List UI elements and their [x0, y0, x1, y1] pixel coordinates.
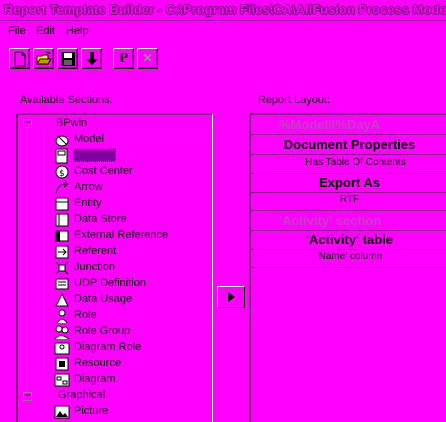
new-document-icon: [14, 51, 26, 67]
layout-row-header[interactable]: %ModelII%DayA: [251, 117, 446, 135]
diagram-role-icon: [54, 342, 70, 355]
available-sections-label: Available Sections:: [20, 94, 113, 106]
open-button[interactable]: [33, 48, 54, 69]
role-group-icon: [54, 325, 70, 340]
save-disk-icon: [61, 52, 75, 66]
graphical-expander[interactable]: −: [23, 392, 32, 401]
diagram-icon: [54, 373, 70, 387]
model-icon: [55, 135, 69, 147]
title-bar: Report Template Builder - C:\Program Fil…: [0, 0, 446, 21]
tree-root-label: BPwin: [56, 117, 88, 129]
resource-icon: [55, 357, 69, 371]
picture-icon: [54, 405, 70, 419]
download-button[interactable]: [81, 48, 102, 69]
svg-text:$: $: [59, 169, 65, 179]
cost-center-icon: $: [55, 165, 69, 179]
delete-button[interactable]: ✕: [137, 48, 158, 69]
referent-icon: [55, 245, 69, 259]
window-title: Report Template Builder - C:\Program Fil…: [4, 2, 446, 17]
bpwin-expander[interactable]: −: [23, 119, 32, 128]
role-icon: [56, 309, 68, 324]
save-button[interactable]: [57, 48, 78, 69]
layout-row-name-column[interactable]: 'Name' column: [251, 251, 446, 268]
menu-edit[interactable]: Edit: [36, 25, 55, 37]
available-sections-tree[interactable]: − BPwin Model $ Cost Center Arrow Entity…: [16, 113, 213, 422]
report-layout-label: Report Layout:: [258, 94, 331, 106]
layout-row-activity-table[interactable]: 'Activity' table: [251, 232, 446, 250]
entity-icon: [55, 197, 69, 211]
layout-row-rtf[interactable]: RTF: [251, 194, 446, 211]
layout-row-activity-section[interactable]: 'Activity' section: [251, 213, 446, 231]
delete-icon: ✕: [142, 51, 153, 65]
properties-button[interactable]: P: [113, 48, 134, 69]
udp-definition-icon: [55, 278, 69, 290]
download-arrow-icon: [86, 52, 98, 65]
data-store-icon: [55, 213, 69, 227]
diagram-page-icon: [55, 148, 68, 164]
report-layout-panel[interactable]: %ModelII%DayA Document Properties Has Ta…: [249, 113, 446, 422]
junction-icon: [55, 261, 69, 275]
arrow-icon: [55, 180, 69, 194]
open-folder-icon: [36, 51, 52, 65]
add-section-button[interactable]: [217, 286, 245, 308]
layout-row-toc[interactable]: Has Table Of Contents: [251, 157, 446, 174]
menu-file[interactable]: File: [8, 25, 26, 37]
toolbar: P ✕: [6, 48, 446, 72]
layout-row-export-as[interactable]: Export As: [251, 175, 446, 193]
menu-help[interactable]: Help: [66, 25, 89, 37]
properties-icon: P: [118, 51, 129, 65]
data-usage-icon: [55, 292, 69, 307]
right-triangle-icon: [228, 292, 235, 302]
layout-row-document-properties[interactable]: Document Properties: [251, 137, 446, 155]
menu-bar: File Edit Help: [0, 23, 446, 41]
external-reference-icon: [55, 230, 69, 242]
new-button[interactable]: [9, 48, 30, 69]
